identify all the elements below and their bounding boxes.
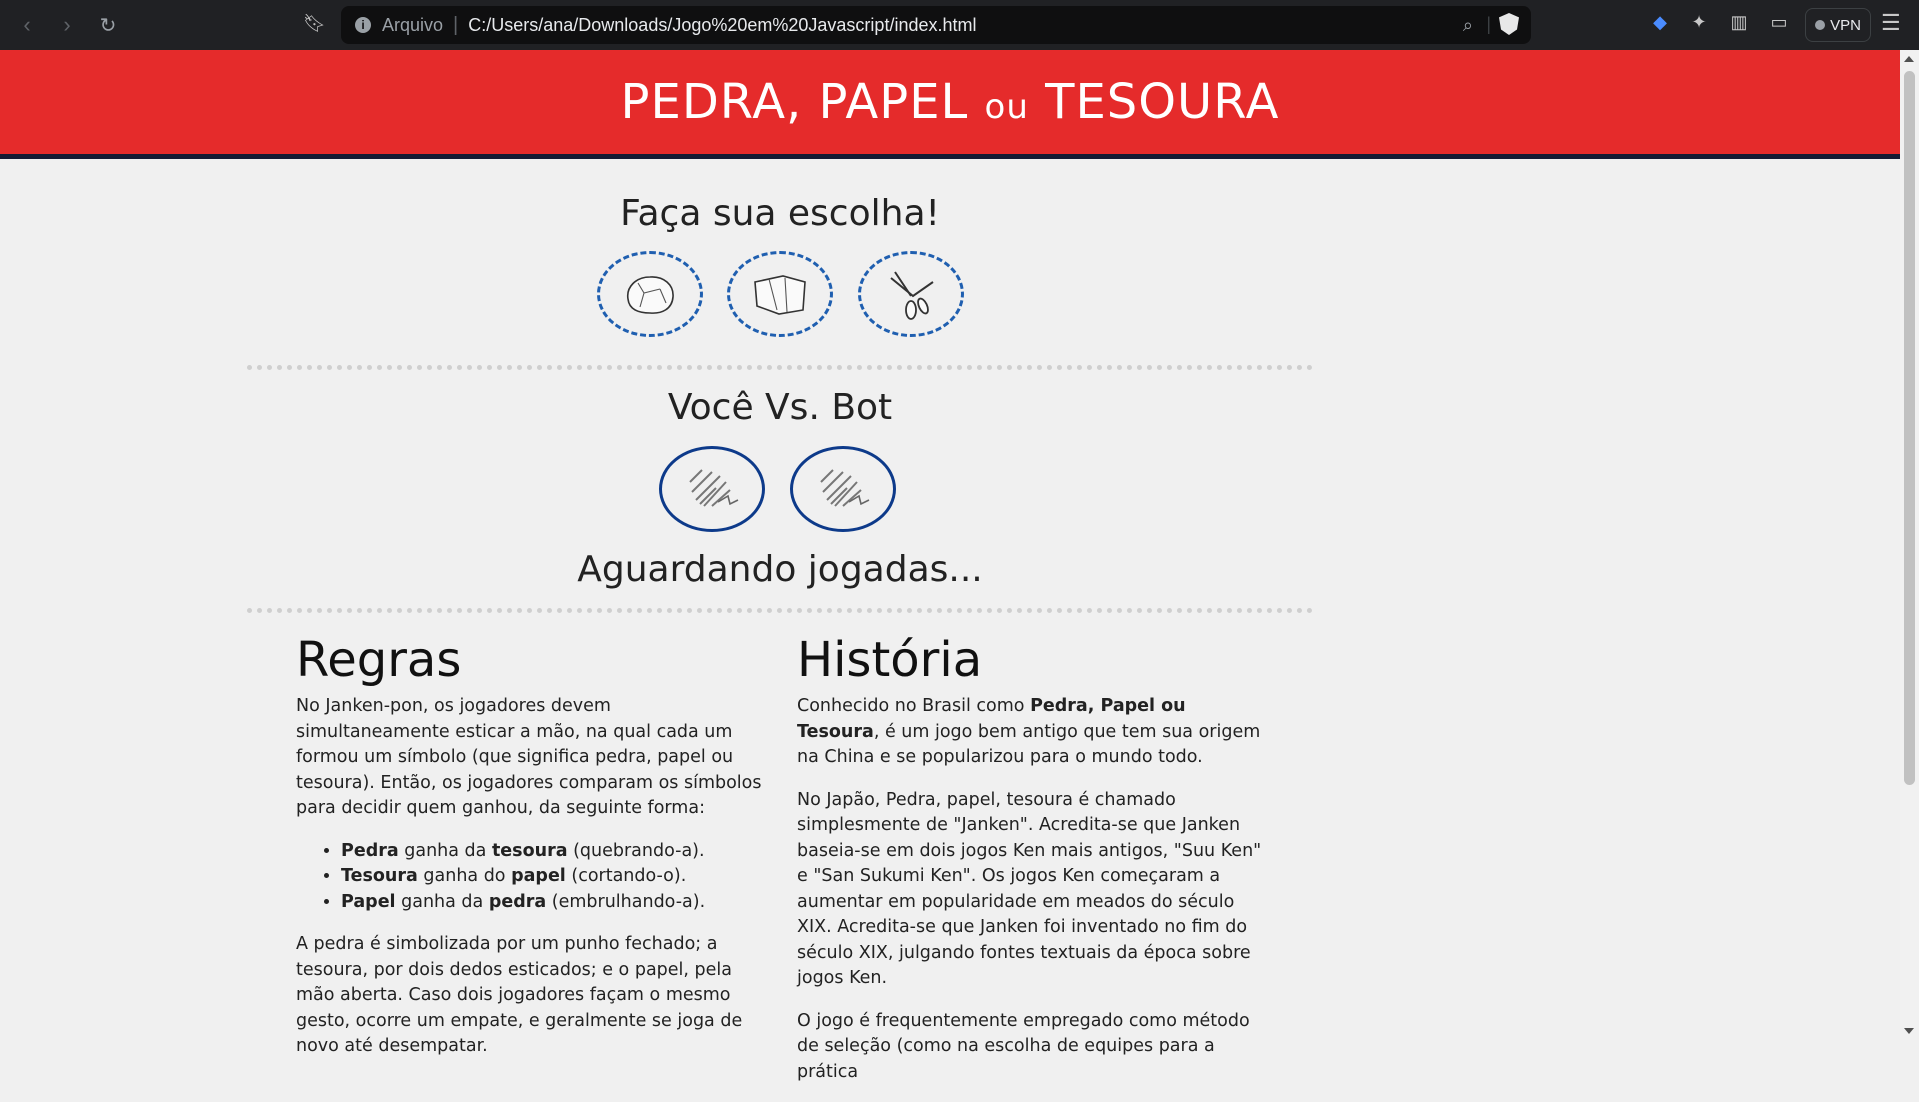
scroll-thumb[interactable] [1904,71,1915,785]
history-paragraph: No Japão, Pedra, papel, tesoura é chamad… [797,789,1262,989]
address-bar[interactable]: i Arquivo | C:/Users/ana/Downloads/Jogo%… [341,6,1531,44]
extensions-icon[interactable]: ✦ [1687,12,1711,33]
brave-shield-icon[interactable] [1499,13,1519,35]
page-header: PEDRA, PAPEL ou TESOURA [0,50,1900,159]
paper-icon [754,275,806,315]
back-icon[interactable]: ‹ [12,10,42,40]
history-section: História Conhecido no Brasil como Pedra,… [797,632,1269,1102]
sidebar-icon[interactable]: ▥ [1727,12,1751,33]
vpn-label: VPN [1830,16,1861,34]
vpn-status-icon [1815,20,1826,30]
game-status: Aguardando jogadas... [577,549,983,590]
history-paragraph: Conhecido no Brasil como Pedra, Papel ou… [797,696,1261,767]
url-text[interactable]: C:/Users/ana/Downloads/Jogo%20em%20Javas… [468,15,976,36]
player-hand-slot [659,446,765,532]
choice-scissors-button[interactable] [858,251,964,337]
scroll-down-icon[interactable] [1904,1028,1914,1034]
vpn-button[interactable]: VPN [1805,8,1871,42]
rules-outro: A pedra é simbolizada por um punho fecha… [296,934,743,1056]
menu-icon[interactable]: ☰ [1881,10,1901,36]
info-icon[interactable]: i [355,17,371,33]
layers-icon[interactable]: ◆ [1648,12,1672,33]
divider [247,608,1313,613]
history-title: História [797,632,983,688]
page-title: PEDRA, PAPEL ou TESOURA [621,74,1280,130]
scribble-icon [689,469,739,507]
rock-icon [626,276,674,314]
title-connector: ou [984,87,1029,127]
list-item: Papel ganha da pedra (embrulhando-a). [341,890,766,916]
scroll-up-icon[interactable] [1904,56,1914,62]
url-scheme: Arquivo [382,14,444,35]
list-item: Pedra ganha da tesoura (quebrando-a). [341,839,766,865]
wallet-icon[interactable]: ▭ [1767,12,1791,33]
url-separator: | [453,13,459,36]
rules-title: Regras [296,632,462,688]
bot-hand-slot [790,446,896,532]
rules-intro: No Janken-pon, os jogadores devem simult… [296,696,762,818]
choice-paper-button[interactable] [727,251,833,337]
browser-toolbar: ‹ › ↻ 🔖︎ i Arquivo | C:/Users/ana/Downlo… [0,0,1919,50]
title-part1: PEDRA, PAPEL [620,74,969,130]
history-paragraph: O jogo é frequentemente empregado como m… [797,1010,1250,1082]
divider [247,365,1313,370]
forward-icon[interactable]: › [52,10,82,40]
choose-title: Faça sua escolha! [620,193,940,234]
bookmark-icon[interactable]: 🔖︎ [303,13,326,34]
title-part2: TESOURA [1045,74,1280,130]
reload-icon[interactable]: ↻ [93,10,123,40]
scissors-icon [890,271,934,320]
rules-list: Pedra ganha da tesoura (quebrando-a). Te… [296,839,766,916]
list-item: Tesoura ganha do papel (cortando-o). [341,864,766,890]
scribble-icon [820,469,870,507]
page-scrollbar[interactable] [1900,50,1919,1040]
versus-title: Você Vs. Bot [667,387,893,428]
toolbar-separator: | [1486,14,1491,34]
zoom-icon[interactable]: ⌕ [1463,15,1473,36]
choice-rock-button[interactable] [597,251,703,337]
rules-section: Regras No Janken-pon, os jogadores devem… [296,632,766,1077]
